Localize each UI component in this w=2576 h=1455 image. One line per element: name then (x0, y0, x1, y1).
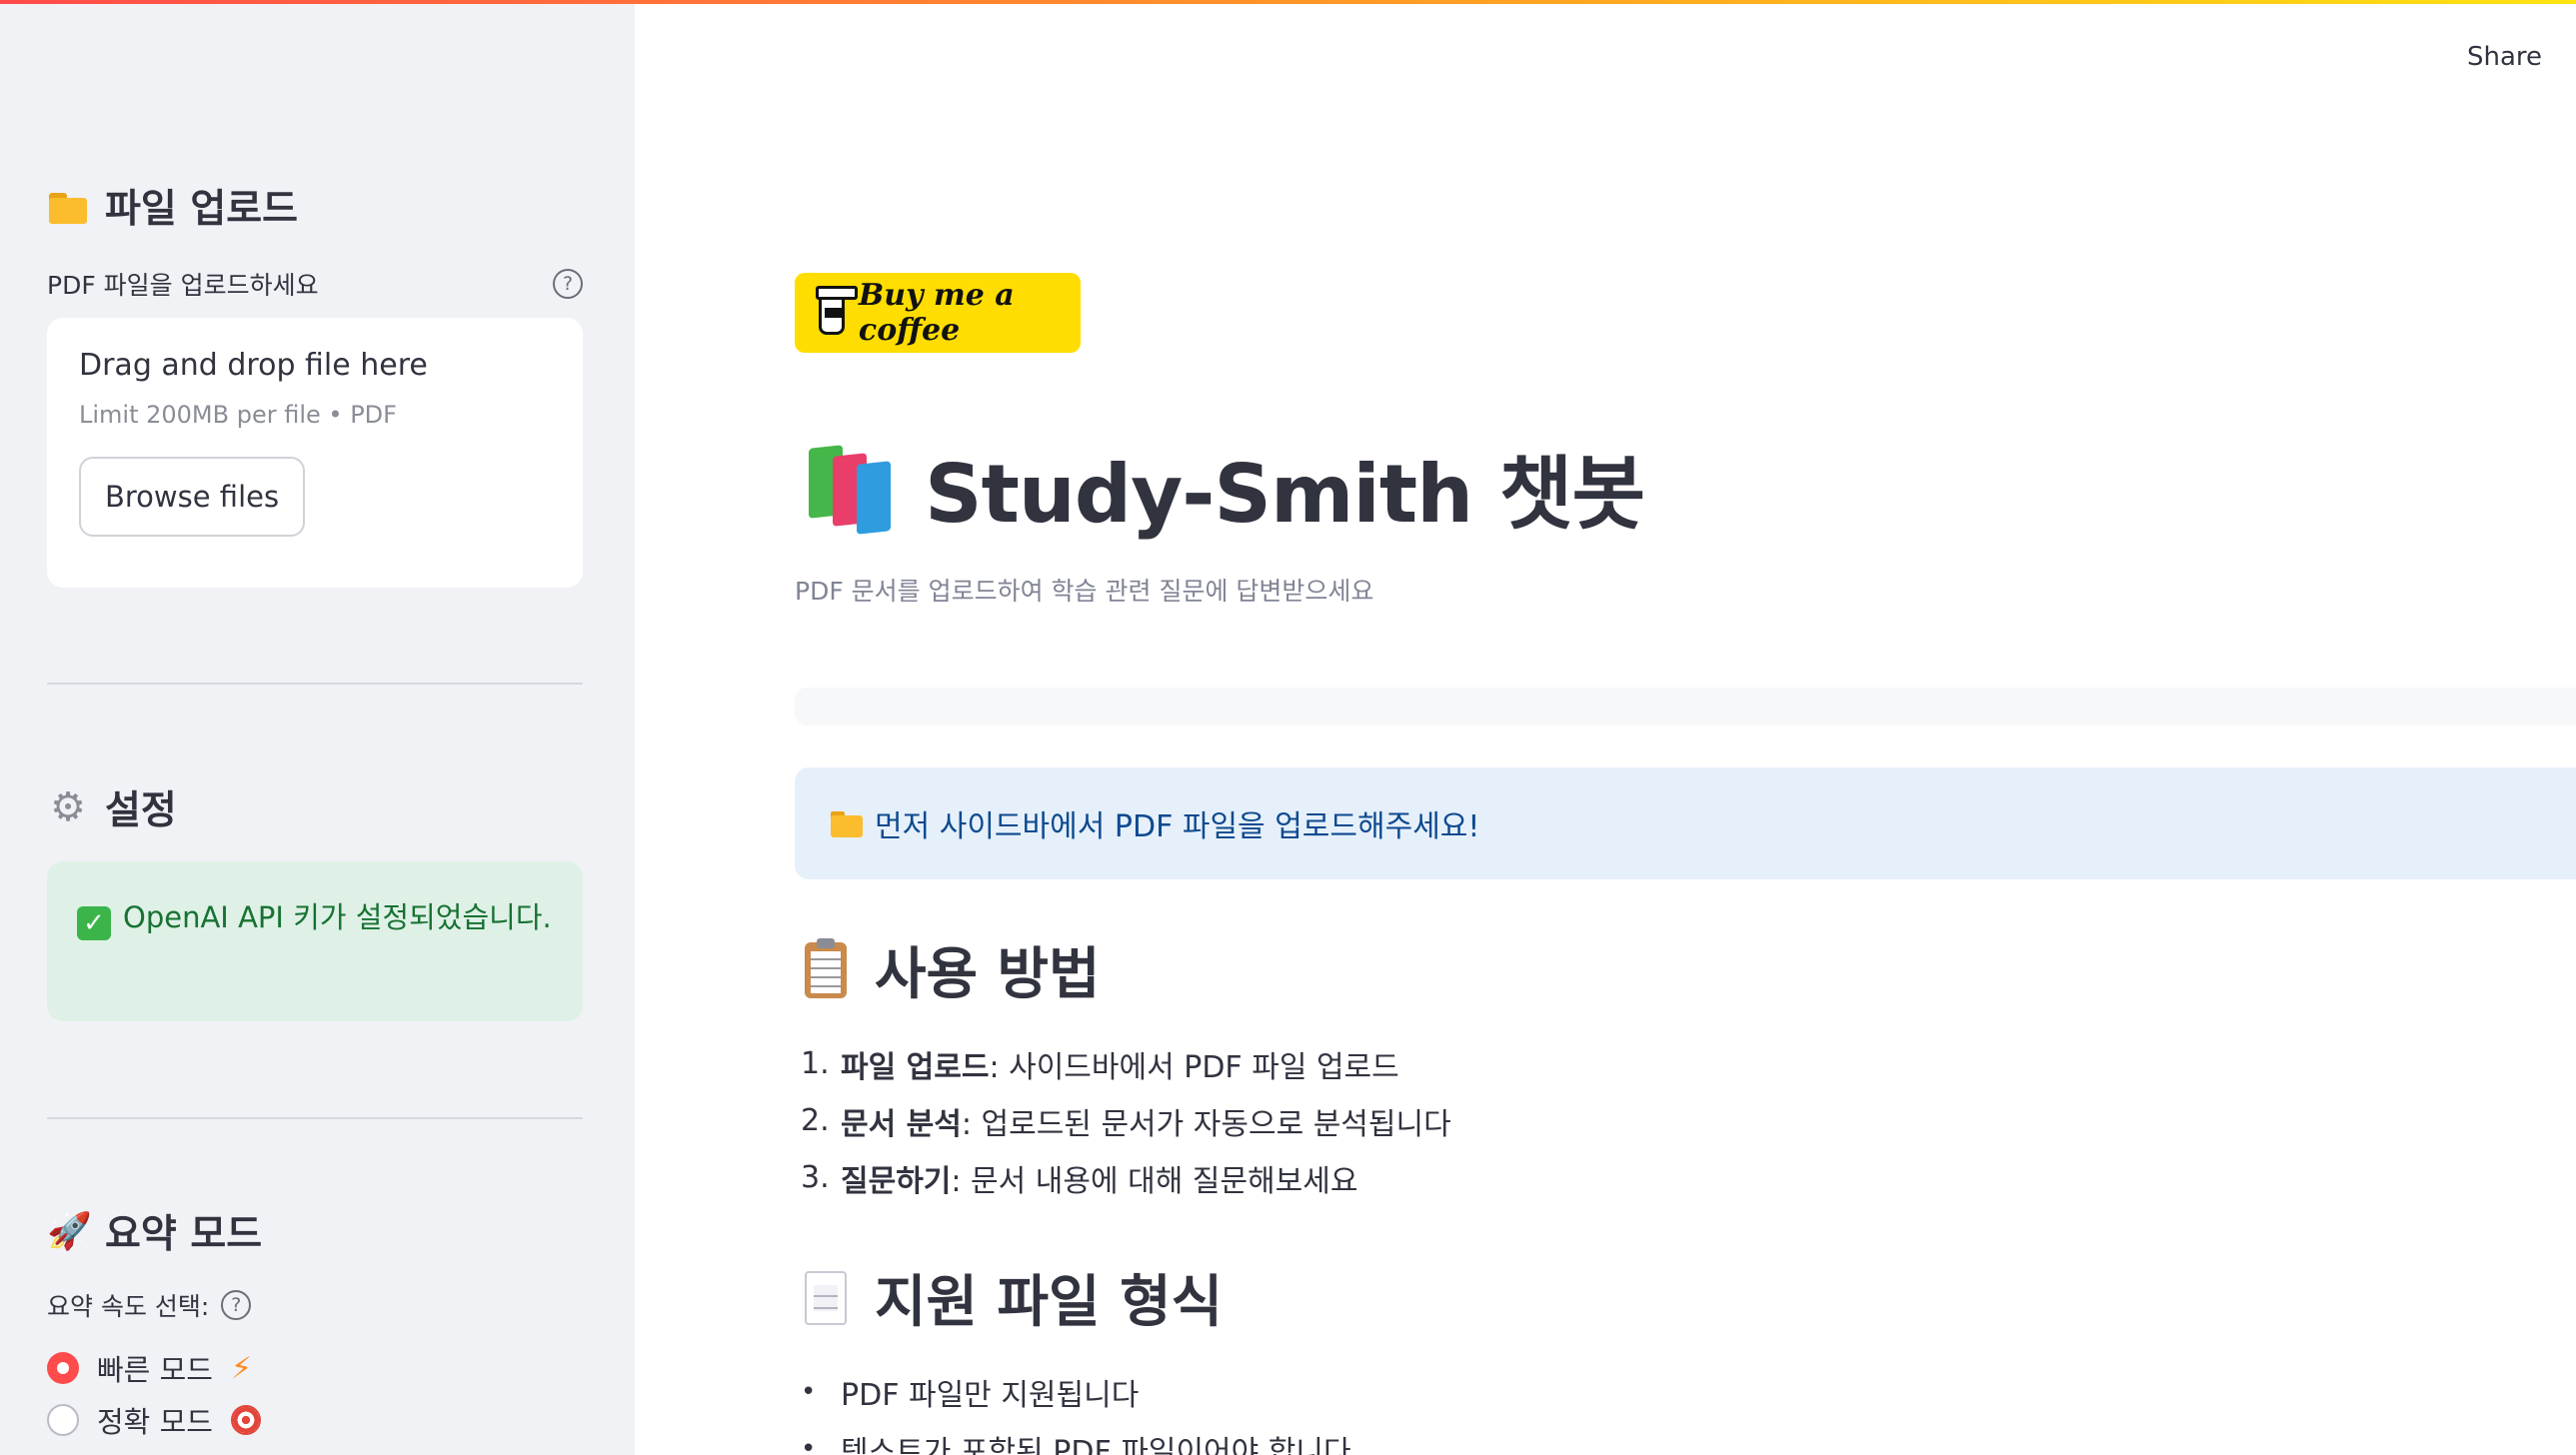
info-alert: 먼저 사이드바에서 PDF 파일을 업로드해주세요! (795, 767, 2576, 879)
sidebar-divider (47, 1117, 583, 1119)
step-title: 파일 업로드 (841, 1049, 990, 1085)
lightning-icon: ⚡ (230, 1350, 253, 1386)
document-icon (805, 1270, 847, 1325)
list-item: 3. 질문하기 : 문서 내용에 대해 질문해보세요 (795, 1149, 1451, 1206)
top-decoration-bar (0, 0, 2576, 4)
radio-button-selected[interactable] (47, 1352, 79, 1384)
bullet: • (801, 1433, 817, 1455)
radio-label-fast: 빠른 모드 (97, 1353, 213, 1387)
step-text: : 사이드바에서 PDF 파일 업로드 (989, 1049, 1399, 1085)
upload-label: PDF 파일을 업로드하세요 (47, 271, 319, 300)
dropzone-title: Drag and drop file here (79, 348, 428, 383)
folder-icon (831, 809, 865, 837)
formats-heading: 지원 파일 형식 (805, 1257, 1223, 1338)
settings-section-title: 설정 (105, 788, 177, 833)
summary-label-row: 요약 속도 선택: ? (47, 1287, 252, 1323)
format-item: 텍스트가 포함된 PDF 파일이어야 합니다 (841, 1434, 1351, 1455)
rocket-icon: 🚀 (47, 1211, 92, 1252)
radio-option-accurate[interactable]: 정확 모드 (47, 1399, 261, 1441)
summary-section-title: 요약 모드 (105, 1212, 263, 1257)
help-icon[interactable]: ? (221, 1290, 252, 1320)
coffee-cup-icon (816, 286, 858, 335)
radio-option-fast[interactable]: 빠른 모드 ⚡ (47, 1347, 252, 1389)
settings-section-heading: ⚙ 설정 (47, 779, 177, 835)
sidebar: 파일 업로드 PDF 파일을 업로드하세요 ? Drag and drop fi… (0, 0, 635, 1455)
step-number: 2. (801, 1103, 830, 1138)
check-icon: ✓ (77, 906, 111, 940)
list-item: • PDF 파일만 지원됩니다 (795, 1363, 1351, 1420)
target-icon (230, 1405, 261, 1435)
howto-heading: 사용 방법 (805, 929, 1101, 1010)
summary-label: 요약 속도 선택: (47, 1292, 210, 1321)
help-icon[interactable]: ? (553, 269, 583, 299)
upload-label-row: PDF 파일을 업로드하세요 ? (47, 266, 583, 302)
upload-section-title: 파일 업로드 (105, 187, 298, 232)
radio-button[interactable] (47, 1404, 79, 1436)
empty-container (795, 688, 2576, 726)
sidebar-content: 파일 업로드 PDF 파일을 업로드하세요 ? Drag and drop fi… (47, 0, 583, 1455)
step-text: : 문서 내용에 대해 질문해보세요 (951, 1163, 1358, 1199)
page-subtitle: PDF 문서를 업로드하여 학습 관련 질문에 답변받으세요 (795, 577, 1374, 606)
buy-me-a-coffee-button[interactable]: Buy me a coffee (795, 273, 1081, 353)
page-title-row: Study-Smith 챗봇 (805, 430, 1645, 546)
list-item: • 텍스트가 포함된 PDF 파일이어야 합니다 (795, 1420, 1351, 1455)
page-title: Study-Smith 챗봇 (925, 448, 1645, 541)
browse-files-button[interactable]: Browse files (79, 457, 306, 537)
file-dropzone[interactable]: Drag and drop file here Limit 200MB per … (47, 318, 583, 588)
howto-steps-list: 1. 파일 업로드 : 사이드바에서 PDF 파일 업로드 2. 문서 분석 :… (795, 1035, 1451, 1206)
dropzone-limit: Limit 200MB per file • PDF (79, 401, 397, 429)
bullet: • (801, 1376, 817, 1407)
main-content: Buy me a coffee Study-Smith 챗봇 PDF 문서를 업… (795, 0, 2576, 1455)
folder-icon (47, 185, 89, 227)
radio-label-accurate: 정확 모드 (97, 1405, 213, 1439)
sidebar-divider (47, 683, 583, 685)
summary-section-heading: 🚀 요약 모드 (47, 1203, 262, 1259)
formats-title: 지원 파일 형식 (875, 1270, 1224, 1335)
format-item: PDF 파일만 지원됩니다 (841, 1377, 1140, 1413)
step-title: 질문하기 (841, 1163, 952, 1199)
list-item: 1. 파일 업로드 : 사이드바에서 PDF 파일 업로드 (795, 1035, 1451, 1092)
info-message: 먼저 사이드바에서 PDF 파일을 업로드해주세요! (875, 809, 1480, 844)
step-title: 문서 분석 (841, 1106, 962, 1142)
gear-icon: ⚙ (50, 784, 86, 830)
upload-section-heading: 파일 업로드 (47, 178, 298, 234)
step-number: 3. (801, 1160, 830, 1195)
list-item: 2. 문서 분석 : 업로드된 문서가 자동으로 분석됩니다 (795, 1092, 1451, 1149)
howto-title: 사용 방법 (875, 942, 1101, 1007)
formats-list: • PDF 파일만 지원됩니다 • 텍스트가 포함된 PDF 파일이어야 합니다 (795, 1363, 1351, 1455)
books-icon (805, 445, 897, 535)
success-message: OpenAI API 키가 설정되었습니다. (123, 900, 552, 934)
coffee-label: Buy me a coffee (858, 278, 1015, 348)
clipboard-icon (805, 937, 847, 998)
step-text: : 업로드된 문서가 자동으로 분석됩니다 (961, 1106, 1451, 1142)
step-number: 1. (801, 1046, 830, 1081)
api-key-success-alert: ✓ OpenAI API 키가 설정되었습니다. (47, 861, 583, 1021)
